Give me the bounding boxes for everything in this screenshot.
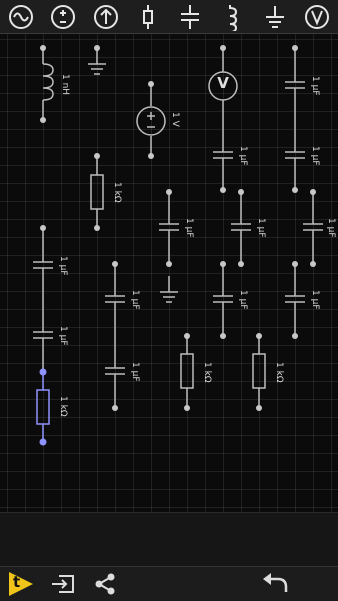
capacitor-right-top[interactable] bbox=[285, 48, 305, 190]
capacitor-row-a-label: 1 μF bbox=[184, 218, 194, 238]
export-icon bbox=[52, 575, 74, 593]
resistor-top-component[interactable] bbox=[90, 156, 104, 228]
resistor-tool[interactable] bbox=[131, 0, 165, 34]
capacitor-row-b-label: 1 μF bbox=[256, 218, 266, 238]
current-source-tool[interactable] bbox=[89, 0, 123, 34]
voltmeter-symbol: V bbox=[217, 74, 229, 92]
capacitor-row-c-label: 1 μF bbox=[326, 218, 336, 238]
bottom-action-bar: t bbox=[0, 566, 338, 601]
info-panel bbox=[0, 512, 338, 567]
capacitor-left-top-label: 1 μF bbox=[58, 256, 68, 276]
ground-icon bbox=[265, 5, 284, 28]
inductor-icon bbox=[229, 4, 238, 31]
dc-source-icon bbox=[51, 4, 76, 29]
resistor-mid-right-label: 1 kΩ bbox=[274, 362, 284, 383]
capacitor-row-c[interactable] bbox=[303, 192, 323, 264]
resistor-mid-left[interactable] bbox=[180, 336, 194, 408]
source-label: 1 V bbox=[170, 112, 180, 127]
circuit-drawing bbox=[33, 45, 323, 446]
capacitor-right-top-label: 1 μF bbox=[310, 76, 320, 96]
ground-component[interactable] bbox=[88, 48, 106, 75]
capacitor-row-a[interactable] bbox=[159, 192, 179, 264]
ac-source-tool[interactable] bbox=[4, 0, 38, 34]
capacitor-mid-b-label: 1 μF bbox=[130, 362, 140, 382]
resistor-selected-label: 1 kΩ bbox=[58, 396, 68, 417]
capacitor-mid-c[interactable] bbox=[213, 264, 233, 336]
circuit-canvas[interactable]: V 1 nH 1 V 1 kΩ 1 μF 1 μF 1 μF 1 μF 1 μF… bbox=[0, 34, 338, 512]
resistor-mid-left-label: 1 kΩ bbox=[202, 362, 212, 383]
undo-button[interactable] bbox=[258, 567, 292, 601]
undo-icon bbox=[263, 573, 288, 592]
inductor-label: 1 nH bbox=[60, 74, 70, 96]
current-source-icon bbox=[93, 4, 118, 29]
capacitor-mid-d-label: 1 μF bbox=[310, 290, 320, 310]
inductor-tool[interactable] bbox=[215, 0, 249, 34]
tutorial-icon bbox=[9, 572, 33, 596]
voltmeter-icon bbox=[304, 4, 329, 29]
capacitor-right-bottom-label: 1 μF bbox=[310, 146, 320, 166]
ac-source-icon bbox=[9, 4, 33, 29]
tutorial-button[interactable]: t bbox=[4, 567, 38, 601]
capacitor-left-stack[interactable] bbox=[33, 228, 53, 372]
ground-mid-component[interactable] bbox=[160, 276, 178, 303]
dc-source-tool[interactable] bbox=[46, 0, 80, 34]
capacitor-icon bbox=[181, 4, 200, 29]
capacitor-mid-d[interactable] bbox=[285, 264, 305, 336]
ground-tool[interactable] bbox=[258, 0, 292, 34]
capacitor-tool[interactable] bbox=[173, 0, 207, 34]
voltmeter-component[interactable] bbox=[208, 48, 238, 190]
voltmeter-tool[interactable] bbox=[300, 0, 334, 34]
voltage-source-component[interactable] bbox=[136, 84, 166, 156]
export-button[interactable] bbox=[46, 567, 80, 601]
capacitor-row-b[interactable] bbox=[231, 192, 251, 264]
capacitor-vm-label: 1 μF bbox=[238, 146, 248, 166]
tutorial-letter: t bbox=[13, 573, 21, 591]
capacitor-mid-c-label: 1 μF bbox=[238, 290, 248, 310]
terminal-dots bbox=[40, 45, 316, 411]
resistor-selected[interactable] bbox=[36, 372, 50, 442]
component-toolbar bbox=[0, 0, 338, 34]
share-button[interactable] bbox=[88, 567, 122, 601]
resistor-top-label: 1 kΩ bbox=[112, 182, 122, 203]
capacitor-mid-stack[interactable] bbox=[105, 264, 125, 408]
share-icon bbox=[95, 573, 115, 595]
inductor-component[interactable] bbox=[42, 48, 54, 120]
capacitor-left-bottom-label: 1 μF bbox=[58, 326, 68, 346]
resistor-icon bbox=[142, 4, 153, 29]
resistor-mid-right[interactable] bbox=[252, 336, 266, 408]
capacitor-mid-a-label: 1 μF bbox=[130, 290, 140, 310]
